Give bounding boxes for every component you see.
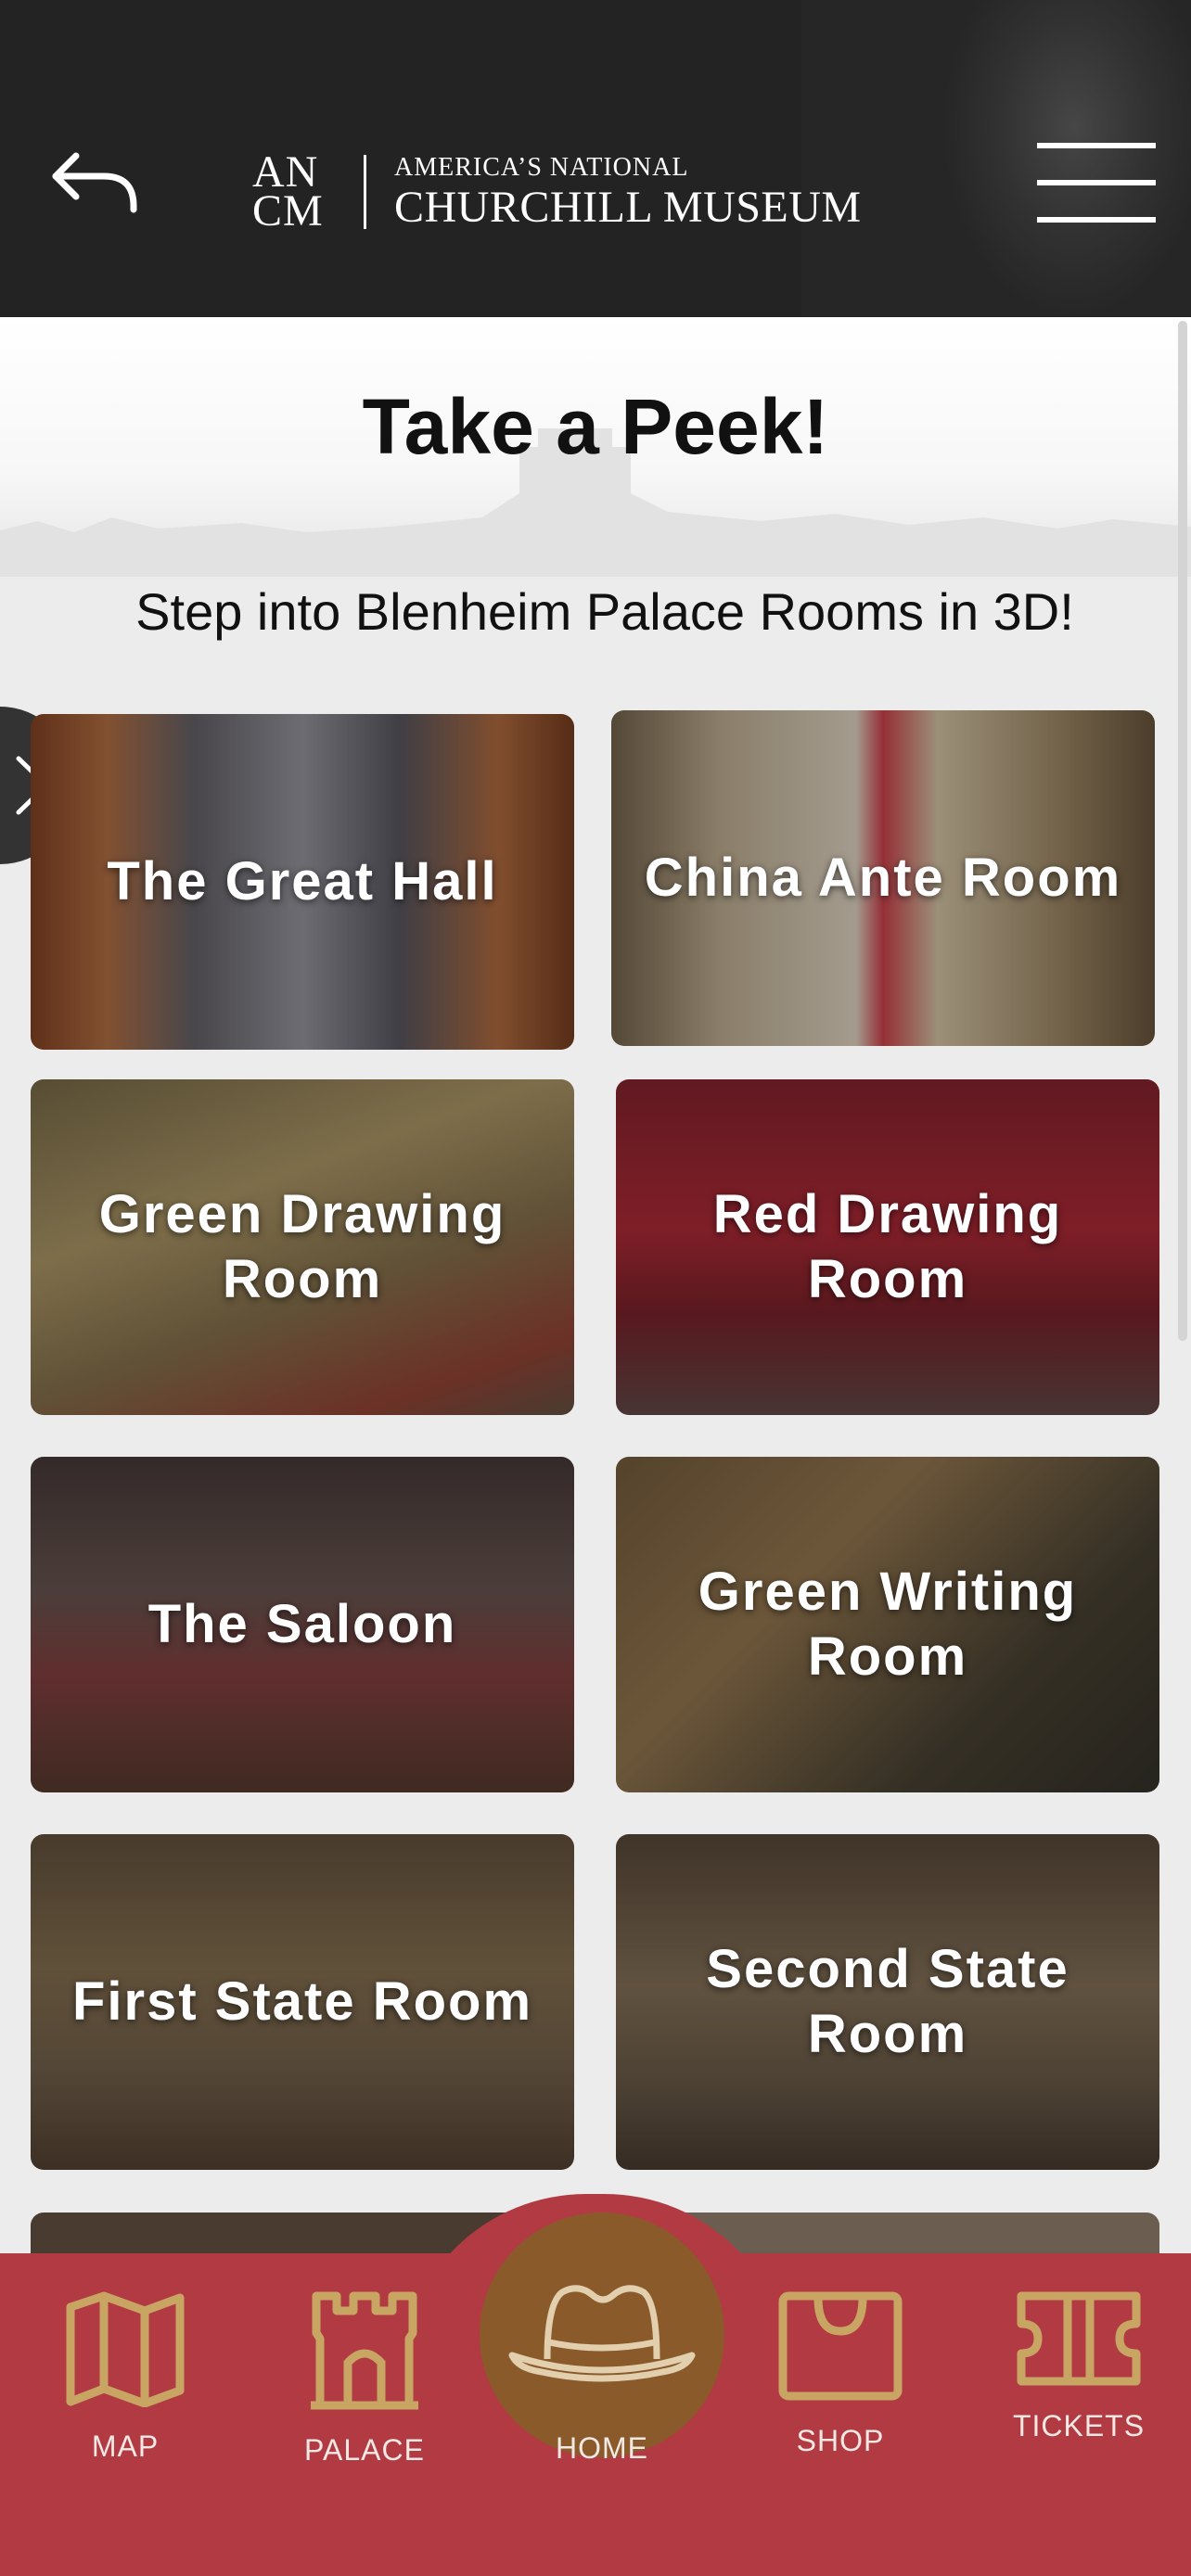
room-card-label: First State Room xyxy=(71,1971,533,2032)
back-button[interactable] xyxy=(48,139,150,223)
nav-tickets-label: TICKETS xyxy=(1012,2409,1146,2442)
page-subtitle: Step into Blenheim Palace Rooms in 3D! xyxy=(135,582,1074,641)
nav-shop-label: SHOP xyxy=(796,2424,885,2457)
room-card-green-drawing-room[interactable]: Green Drawing Room xyxy=(31,1079,574,1415)
map-icon xyxy=(66,2291,185,2407)
logo-mono-bottom: CM xyxy=(252,186,324,236)
room-card-saloon[interactable]: The Saloon xyxy=(31,1457,574,1792)
room-card-second-state-room[interactable]: Second State Room xyxy=(616,1834,1159,2170)
fedora-hat-icon xyxy=(508,2285,696,2382)
ticket-icon xyxy=(1017,2291,1141,2386)
hamburger-menu-icon xyxy=(1037,143,1156,223)
logo-monogram: AN CM xyxy=(252,150,338,236)
nav-map-label: MAP xyxy=(91,2429,160,2463)
room-card-label: China Ante Room xyxy=(644,848,1122,908)
castle-tower-icon xyxy=(311,2291,418,2410)
nav-palace[interactable]: PALACE xyxy=(272,2290,457,2494)
room-card-label: Green Drawing Room xyxy=(98,1184,506,1309)
room-card-label: Red Drawing Room xyxy=(712,1184,1063,1309)
room-card-china-ante-room[interactable]: China Ante Room xyxy=(611,710,1155,1046)
room-card-green-writing-room[interactable]: Green Writing Room xyxy=(616,1457,1159,1792)
nav-tickets[interactable]: TICKETS xyxy=(986,2290,1172,2494)
nav-shop[interactable]: SHOP xyxy=(748,2290,933,2494)
main-content[interactable]: Take a Peek! Step into Blenheim Palace R… xyxy=(0,317,1191,2253)
logo-divider xyxy=(364,155,366,229)
room-card-label: The Saloon xyxy=(147,1594,457,1654)
nav-home-label: HOME xyxy=(556,2431,648,2465)
room-card-great-hall[interactable]: The Great Hall xyxy=(31,714,574,1050)
app-header: AN CM AMERICA’S NATIONAL CHURCHILL MUSEU… xyxy=(0,0,1191,317)
room-card-red-drawing-room[interactable]: Red Drawing Room xyxy=(616,1079,1159,1415)
shopping-bag-icon xyxy=(778,2291,903,2401)
page-title: Take a Peek! xyxy=(362,383,829,470)
back-arrow-icon xyxy=(52,152,137,213)
museum-logo: AN CM AMERICA’S NATIONAL CHURCHILL MUSEU… xyxy=(252,150,862,234)
room-card-first-state-room[interactable]: First State Room xyxy=(31,1834,574,2170)
menu-button[interactable] xyxy=(1037,141,1156,224)
room-card-label: Green Writing Room xyxy=(698,1562,1078,1687)
room-card-label: Second State Room xyxy=(706,1939,1069,2064)
logo-line1: AMERICA’S NATIONAL xyxy=(394,153,689,182)
nav-map[interactable]: MAP xyxy=(32,2290,218,2494)
nav-palace-label: PALACE xyxy=(304,2433,425,2467)
scrollbar[interactable] xyxy=(1178,321,1187,1341)
nav-home[interactable] xyxy=(480,2213,724,2457)
logo-line2: CHURCHILL MUSEUM xyxy=(394,183,862,232)
room-card-label: The Great Hall xyxy=(107,851,498,912)
